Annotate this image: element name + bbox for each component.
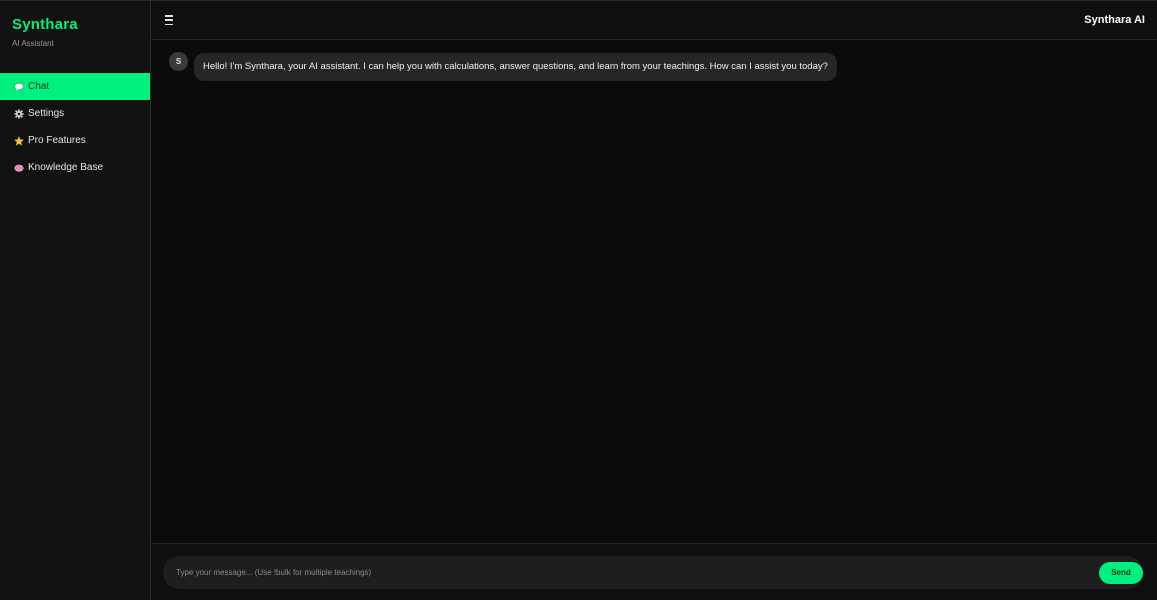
brain-icon xyxy=(13,162,24,173)
sidebar-item-label: Chat xyxy=(28,81,50,92)
brand-subtitle: AI Assistant xyxy=(12,39,54,48)
avatar: S xyxy=(169,52,188,71)
brand-title: Synthara xyxy=(12,16,78,33)
message-input[interactable] xyxy=(176,556,1099,589)
speech-bubble-icon xyxy=(13,81,24,92)
star-icon xyxy=(13,135,24,146)
sidebar-item-knowledge-base[interactable]: Knowledge Base xyxy=(0,154,150,181)
gear-icon xyxy=(13,108,24,119)
sidebar-item-label: Pro Features xyxy=(28,135,86,146)
sidebar-nav: Chat Settings Pro Features Knowledge Bas… xyxy=(0,73,150,181)
composer-input-wrap: Send xyxy=(163,556,1143,589)
sidebar-item-label: Knowledge Base xyxy=(28,162,104,173)
sidebar-item-label: Settings xyxy=(28,108,65,119)
app-root: Synthara AI Assistant Chat Settings Pro … xyxy=(0,0,1157,600)
sidebar-item-chat[interactable]: Chat xyxy=(0,73,150,100)
main-panel: Synthara AI S Hello! I'm Synthara, your … xyxy=(151,0,1157,600)
hamburger-menu-icon[interactable] xyxy=(165,15,177,25)
brand: Synthara AI Assistant xyxy=(0,1,150,73)
message-row: S Hello! I'm Synthara, your AI assistant… xyxy=(169,52,1139,81)
app-title: Synthara AI xyxy=(1084,14,1145,26)
message-list[interactable]: S Hello! I'm Synthara, your AI assistant… xyxy=(151,40,1157,543)
top-bar: Synthara AI xyxy=(151,0,1157,40)
sidebar: Synthara AI Assistant Chat Settings Pro … xyxy=(0,0,151,600)
send-button[interactable]: Send xyxy=(1099,561,1143,584)
sidebar-item-pro-features[interactable]: Pro Features xyxy=(0,127,150,154)
composer: Send xyxy=(151,543,1157,600)
message-bubble: Hello! I'm Synthara, your AI assistant. … xyxy=(194,53,837,81)
sidebar-item-settings[interactable]: Settings xyxy=(0,100,150,127)
